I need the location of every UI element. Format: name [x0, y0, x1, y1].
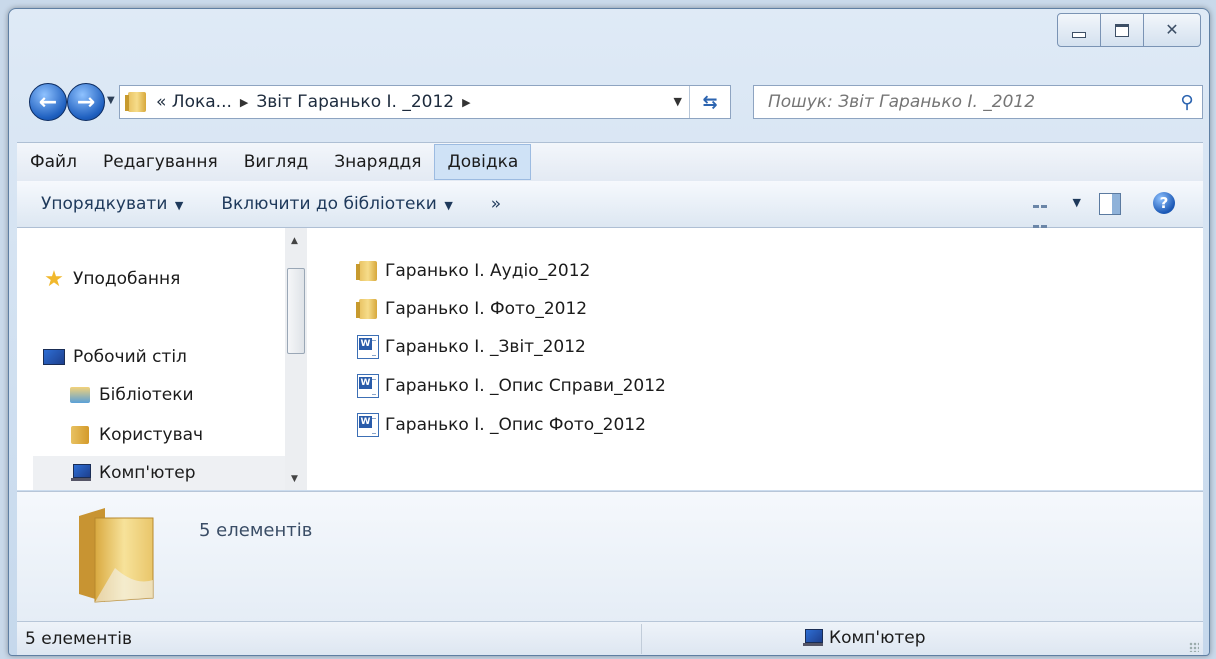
preview-pane-icon[interactable]: [1099, 193, 1121, 215]
scroll-up-icon[interactable]: ▲: [291, 236, 298, 246]
menu-help[interactable]: Довідка: [434, 144, 532, 180]
minimize-icon: [1072, 32, 1086, 38]
status-divider: [641, 624, 642, 654]
view-dropdown-icon[interactable]: ▼: [1073, 196, 1081, 209]
maximize-button[interactable]: [1100, 13, 1144, 47]
close-button[interactable]: ✕: [1143, 13, 1201, 47]
back-arrow-icon: ←: [38, 89, 58, 115]
menu-file[interactable]: Файл: [17, 144, 90, 180]
search-input[interactable]: [766, 91, 1172, 113]
folder-icon: [356, 298, 379, 320]
nav-item-label: Користувач: [99, 425, 204, 445]
user-folder-icon: [69, 425, 91, 445]
explorer-window: ✕ ← → ▼ « Лока... ▶ Звіт Гаранько І. _20…: [8, 8, 1210, 656]
breadcrumb-item-parent[interactable]: « Лока...: [156, 92, 232, 112]
status-location: Комп'ютер: [801, 628, 926, 648]
file-list: Гаранько І. Аудіо_2012 Гаранько І. Фото_…: [307, 228, 1203, 490]
folder-icon: [356, 260, 379, 282]
list-item[interactable]: Гаранько І. _Опис Фото_2012: [357, 408, 646, 442]
list-item[interactable]: Гаранько І. _Опис Справи_2012: [357, 369, 666, 403]
breadcrumb: « Лока... ▶ Звіт Гаранько І. _2012 ▶: [156, 92, 471, 112]
change-view-icon[interactable]: [1031, 193, 1053, 248]
nav-scrollbar[interactable]: ▲ ▼: [285, 228, 307, 490]
chevron-down-icon: ▼: [171, 199, 184, 212]
status-location-label: Комп'ютер: [829, 628, 926, 648]
chevron-right-icon[interactable]: ▶: [462, 96, 470, 109]
refresh-icon: ⇆: [702, 91, 718, 113]
minimize-button[interactable]: [1057, 13, 1101, 47]
organize-label: Упорядкувати: [41, 194, 168, 214]
word-document-icon: [357, 413, 379, 437]
scroll-down-icon[interactable]: ▼: [291, 474, 298, 484]
status-item-count: 5 елементів: [25, 629, 133, 649]
include-in-library-button[interactable]: Включити до бібліотеки ▼: [207, 194, 466, 214]
nav-item-label: Бібліотеки: [99, 385, 194, 405]
nav-item-user[interactable]: Користувач: [69, 418, 203, 452]
command-bar: Упорядкувати ▼ Включити до бібліотеки ▼ …: [17, 181, 1203, 248]
more-commands-button[interactable]: »: [477, 194, 515, 214]
word-document-icon: [357, 335, 379, 359]
file-name: Гаранько І. Аудіо_2012: [385, 261, 591, 281]
back-button[interactable]: ←: [29, 83, 67, 121]
details-pane: 5 елементів: [17, 491, 1203, 622]
status-bar: 5 елементів Комп'ютер: [17, 621, 1203, 655]
include-library-label: Включити до бібліотеки: [221, 194, 437, 214]
libraries-icon: [69, 385, 91, 405]
word-document-icon: [357, 374, 379, 398]
item-count: 5 елементів: [199, 520, 313, 541]
search-icon[interactable]: ⚲: [1172, 92, 1202, 113]
menu-tools[interactable]: Знаряддя: [321, 144, 434, 180]
computer-icon: [69, 463, 91, 483]
nav-item-libraries[interactable]: Бібліотеки: [69, 378, 194, 412]
breadcrumb-item-current[interactable]: Звіт Гаранько І. _2012: [256, 92, 454, 112]
help-icon[interactable]: ?: [1153, 192, 1175, 214]
forward-button[interactable]: →: [67, 83, 105, 121]
desktop-icon: [43, 347, 65, 367]
scroll-thumb[interactable]: [287, 268, 305, 354]
address-bar[interactable]: « Лока... ▶ Звіт Гаранько І. _2012 ▶ ▼ ⇆: [119, 85, 731, 119]
search-box: ⚲: [753, 85, 1203, 119]
chevron-right-icon[interactable]: ▶: [240, 96, 248, 109]
organize-button[interactable]: Упорядкувати ▼: [27, 194, 197, 214]
file-name: Гаранько І. Фото_2012: [385, 299, 588, 319]
chevron-down-icon: ▼: [440, 199, 453, 212]
nav-item-computer[interactable]: Комп'ютер: [33, 456, 299, 490]
nav-item-label: Робочий стіл: [73, 347, 187, 367]
maximize-icon: [1115, 23, 1129, 37]
navigation-pane: ★ Уподобання Робочий стіл Бібліотеки Кор…: [17, 228, 306, 490]
list-item[interactable]: Гаранько І. _Звіт_2012: [357, 330, 586, 364]
menu-view[interactable]: Вигляд: [231, 144, 322, 180]
close-icon: ✕: [1165, 20, 1179, 39]
menu-edit[interactable]: Редагування: [90, 144, 231, 180]
large-folder-icon: [79, 508, 154, 603]
file-name: Гаранько І. _Звіт_2012: [385, 337, 586, 357]
caption-buttons: ✕: [1057, 13, 1201, 47]
forward-arrow-icon: →: [76, 89, 96, 115]
nav-item-favorites[interactable]: ★ Уподобання: [43, 262, 180, 296]
address-row: ← → ▼ « Лока... ▶ Звіт Гаранько І. _2012…: [21, 81, 1203, 123]
nav-item-desktop[interactable]: Робочий стіл: [43, 340, 187, 374]
nav-item-label: Уподобання: [73, 269, 181, 289]
refresh-button[interactable]: ⇆: [689, 86, 730, 118]
recent-pages-dropdown[interactable]: ▼: [107, 95, 115, 106]
address-dropdown[interactable]: ▼: [674, 95, 682, 108]
list-item[interactable]: Гаранько І. Фото_2012: [356, 292, 588, 326]
folder-icon: [125, 92, 146, 112]
resize-grip-icon[interactable]: [1189, 642, 1199, 652]
computer-icon: [801, 629, 823, 647]
file-name: Гаранько І. _Опис Фото_2012: [385, 415, 646, 435]
star-icon: ★: [44, 266, 64, 292]
list-item[interactable]: Гаранько І. Аудіо_2012: [356, 254, 591, 288]
file-name: Гаранько І. _Опис Справи_2012: [385, 376, 666, 396]
menu-bar: Файл Редагування Вигляд Знаряддя Довідка: [17, 142, 1203, 182]
nav-item-label: Комп'ютер: [99, 463, 196, 483]
